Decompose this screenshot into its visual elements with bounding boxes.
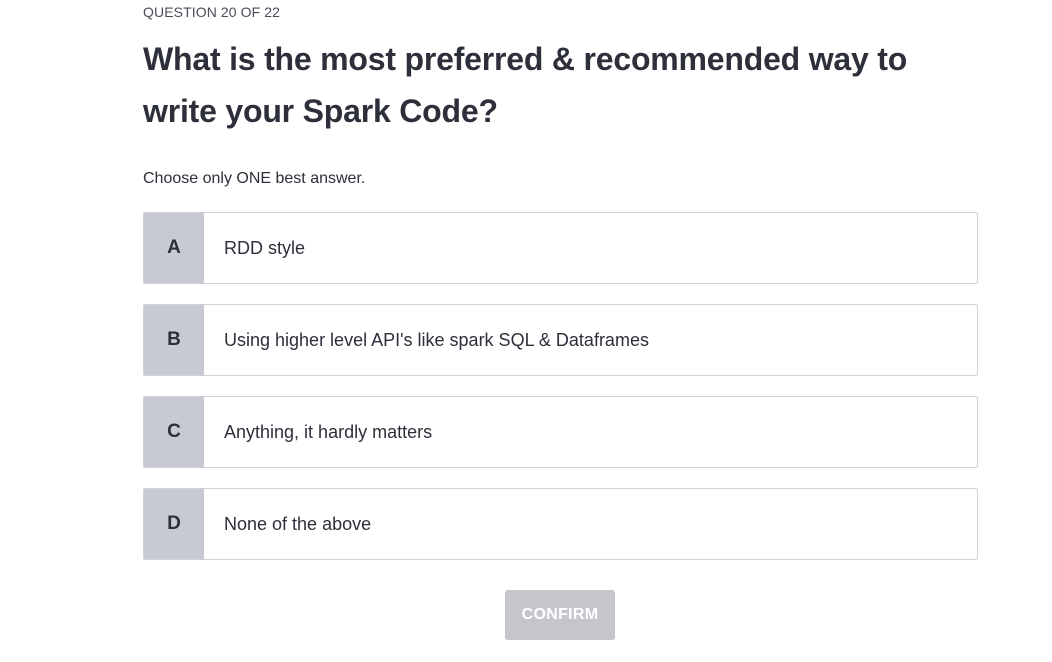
- option-text: RDD style: [224, 237, 306, 258]
- answer-option-d[interactable]: D None of the above: [143, 488, 978, 560]
- option-text: None of the above: [224, 513, 372, 534]
- option-key-label: A: [144, 213, 204, 283]
- answer-option-c[interactable]: C Anything, it hardly matters: [143, 396, 978, 468]
- question-title: What is the most preferred & recommended…: [143, 41, 908, 129]
- option-key-label: C: [144, 397, 204, 467]
- answer-instruction: Choose only ONE best answer.: [143, 170, 366, 187]
- option-key-label: B: [144, 305, 204, 375]
- option-text: Anything, it hardly matters: [224, 421, 433, 442]
- answer-options: A RDD style B Using higher level API's l…: [143, 212, 978, 580]
- answer-option-a[interactable]: A RDD style: [143, 212, 978, 284]
- confirm-button[interactable]: CONFIRM: [505, 590, 615, 640]
- question-counter: QUESTION 20 OF 22: [143, 4, 281, 20]
- option-key-label: D: [144, 489, 204, 559]
- answer-option-b[interactable]: B Using higher level API's like spark SQ…: [143, 304, 978, 376]
- option-text: Using higher level API's like spark SQL …: [224, 329, 649, 350]
